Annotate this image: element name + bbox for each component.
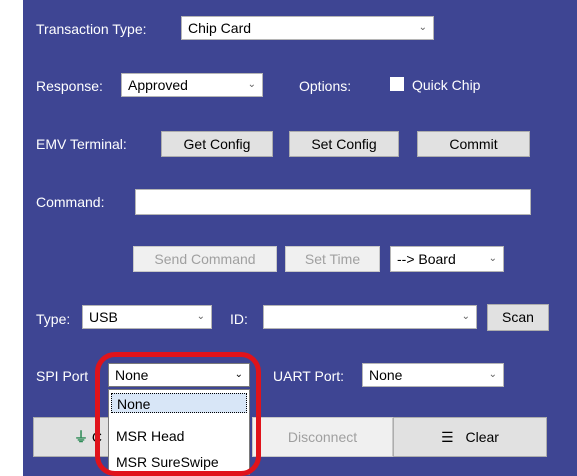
clear-button[interactable]: ☰ Clear bbox=[393, 417, 547, 457]
transaction-type-value: Chip Card bbox=[188, 20, 252, 36]
disconnect-button[interactable]: Disconnect bbox=[252, 417, 393, 457]
spi-port-dropdown-list: None MSR Head MSR SureSwipe bbox=[108, 389, 250, 475]
options-label: Options: bbox=[299, 78, 352, 94]
chevron-down-icon: ⌄ bbox=[234, 369, 243, 380]
response-label: Response: bbox=[36, 78, 103, 94]
chevron-down-icon: ⌄ bbox=[418, 22, 427, 33]
uart-port-select[interactable]: None ⌄ bbox=[362, 363, 504, 387]
send-command-button[interactable]: Send Command bbox=[133, 246, 277, 272]
disconnect-label: Disconnect bbox=[287, 429, 358, 445]
scan-button[interactable]: Scan bbox=[487, 304, 549, 331]
plug-icon: ⏚ bbox=[74, 429, 88, 445]
command-input[interactable] bbox=[135, 189, 531, 215]
id-select[interactable]: ⌄ bbox=[263, 305, 477, 329]
board-select[interactable]: --> Board ⌄ bbox=[390, 246, 504, 272]
response-value: Approved bbox=[128, 77, 188, 93]
chevron-down-icon: ⌄ bbox=[488, 369, 497, 380]
id-label: ID: bbox=[230, 311, 248, 327]
connect-label: C bbox=[91, 429, 103, 445]
clear-list-icon: ☰ bbox=[441, 429, 454, 445]
settings-panel: Transaction Type: Chip Card ⌄ Response: … bbox=[23, 0, 577, 476]
spi-port-label: SPI Port bbox=[36, 368, 89, 384]
command-label: Command: bbox=[36, 194, 105, 210]
uart-port-value: None bbox=[369, 367, 403, 383]
quick-chip-checkbox[interactable] bbox=[390, 77, 404, 91]
type-select[interactable]: USB ⌄ bbox=[82, 305, 212, 329]
chevron-down-icon: ⌄ bbox=[247, 79, 256, 90]
chevron-down-icon: ⌄ bbox=[196, 311, 205, 322]
spi-port-select[interactable]: None ⌄ bbox=[108, 363, 250, 387]
set-time-button[interactable]: Set Time bbox=[285, 246, 380, 272]
spi-option-msr-head[interactable]: MSR Head bbox=[111, 426, 247, 446]
type-label: Type: bbox=[36, 311, 71, 327]
emv-terminal-label: EMV Terminal: bbox=[36, 136, 127, 152]
response-select[interactable]: Approved ⌄ bbox=[121, 73, 263, 97]
chevron-down-icon: ⌄ bbox=[488, 253, 497, 264]
clear-label: Clear bbox=[465, 429, 499, 445]
set-config-button[interactable]: Set Config bbox=[289, 131, 399, 157]
transaction-type-select[interactable]: Chip Card ⌄ bbox=[181, 16, 434, 40]
spi-option-msr-sureswipe[interactable]: MSR SureSwipe bbox=[111, 452, 247, 472]
spi-port-value: None bbox=[115, 367, 149, 383]
commit-button[interactable]: Commit bbox=[417, 131, 530, 157]
get-config-button[interactable]: Get Config bbox=[161, 131, 273, 157]
spi-option-none[interactable]: None bbox=[111, 393, 247, 413]
chevron-down-icon: ⌄ bbox=[461, 311, 470, 322]
quick-chip-label: Quick Chip bbox=[412, 77, 481, 93]
type-value: USB bbox=[89, 309, 118, 325]
uart-port-label: UART Port: bbox=[273, 368, 345, 384]
board-value: --> Board bbox=[397, 251, 456, 267]
transaction-type-label: Transaction Type: bbox=[36, 21, 147, 37]
